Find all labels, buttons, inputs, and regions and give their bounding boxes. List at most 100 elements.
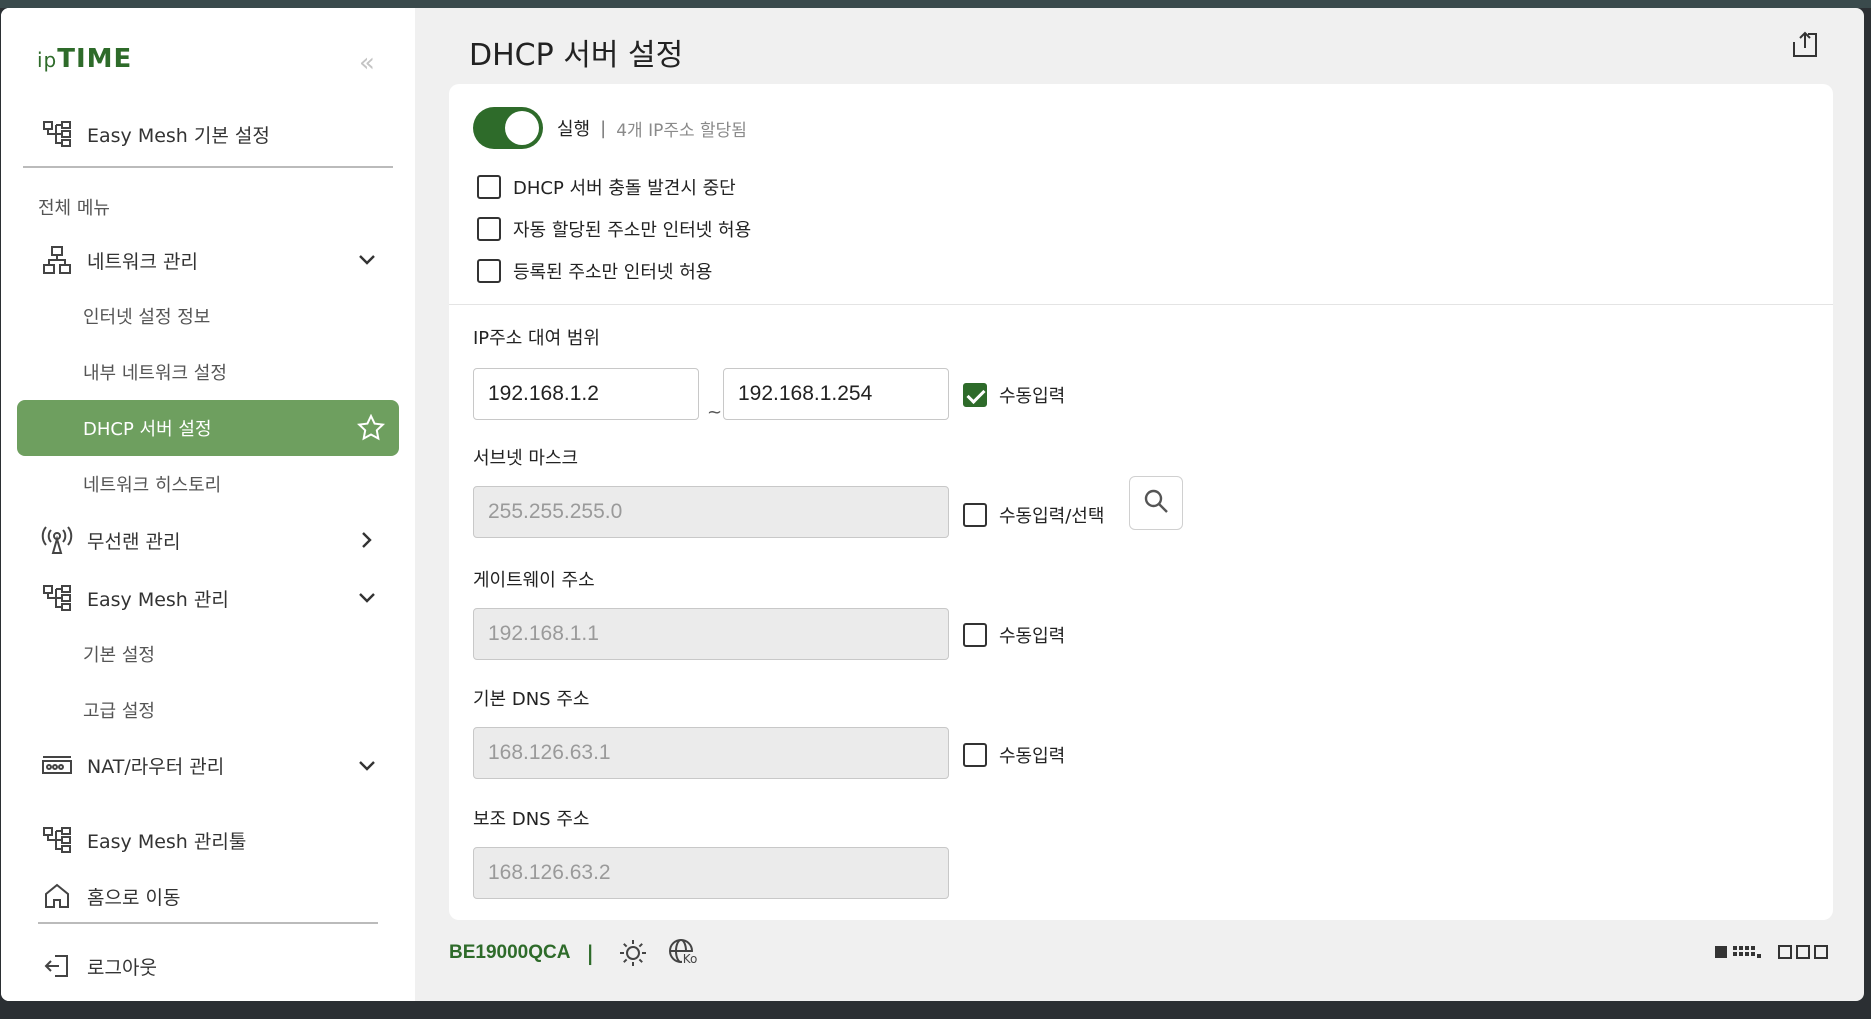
mesh-tree-icon [37, 578, 77, 618]
gateway-input[interactable]: 192.168.1.1 [473, 608, 949, 660]
subnet-manual-option[interactable]: 수동입력/선택 [963, 500, 1104, 530]
sidebar-item-label: 기본 설정 [83, 645, 155, 666]
sidebar-divider [23, 166, 393, 168]
sidebar-item-internet-info[interactable]: 인터넷 설정 정보 [17, 288, 399, 344]
sidebar-item-easymesh[interactable]: Easy Mesh 관리 [17, 570, 399, 626]
checkbox-label: 수동입력 [999, 746, 1066, 767]
network-icon [37, 240, 77, 280]
checkbox[interactable] [477, 259, 501, 283]
toggle-knob [505, 111, 539, 145]
sidebar-item-label: 네트워크 관리 [87, 250, 198, 273]
star-icon[interactable] [356, 413, 386, 442]
sidebar-item-easymesh-basic[interactable]: Easy Mesh 기본 설정 [17, 106, 399, 162]
card-divider [449, 304, 1833, 305]
checkbox-label: DHCP 서버 충돌 발견시 중단 [513, 178, 736, 199]
checkbox-label: 수동입력 [999, 386, 1066, 407]
checkbox[interactable] [963, 503, 987, 527]
model-name: BE19000QCA [449, 942, 571, 963]
sidebar-item-label: 홈으로 이동 [87, 886, 181, 909]
dns2-input[interactable]: 168.126.63.2 [473, 847, 949, 899]
chevron-down-icon [355, 586, 379, 610]
sidebar-item-label: 무선랜 관리 [87, 530, 181, 553]
sidebar-item-label: DHCP 서버 설정 [83, 419, 212, 440]
app-window: ipTIME « Easy Mesh 기본 설정 전체 메뉴 네트워크 관리 인… [1, 8, 1864, 1001]
option-stop-on-conflict[interactable]: DHCP 서버 충돌 발견시 중단 [477, 172, 736, 202]
sidebar-item-label: 고급 설정 [83, 701, 155, 722]
ip-range-manual-option[interactable]: 수동입력 [963, 380, 1065, 410]
ip-range-end-input[interactable]: 192.168.1.254 [723, 368, 949, 420]
sidebar-item-history[interactable]: 네트워크 히스토리 [17, 456, 399, 512]
checkbox-checked[interactable] [963, 383, 987, 407]
view-mode-icon[interactable] [1715, 940, 1833, 966]
search-icon [1143, 488, 1169, 518]
page-title: DHCP 서버 설정 [469, 38, 684, 73]
range-tilde: ~ [707, 402, 723, 423]
language-code: Ko [681, 952, 699, 966]
ip-range-label: IP주소 대여 범위 [473, 328, 600, 349]
sidebar-item-label: NAT/라우터 관리 [87, 755, 225, 778]
dns1-manual-option[interactable]: 수동입력 [963, 740, 1065, 770]
sidebar-item-wireless[interactable]: 무선랜 관리 [17, 512, 399, 568]
option-auto-only-internet[interactable]: 자동 할당된 주소만 인터넷 허용 [477, 214, 751, 244]
checkbox[interactable] [477, 175, 501, 199]
settings-card: 실행 | 4개 IP주소 할당됨 DHCP 서버 충돌 발견시 중단 자동 할당… [449, 84, 1833, 920]
router-icon [37, 745, 77, 785]
home-icon [37, 876, 77, 916]
subnet-search-button[interactable] [1129, 476, 1183, 530]
sidebar-item-meshtool[interactable]: Easy Mesh 관리툴 [17, 812, 399, 868]
assigned-ip-status: 4개 IP주소 할당됨 [616, 120, 747, 141]
gateway-manual-option[interactable]: 수동입력 [963, 620, 1065, 650]
collapse-sidebar-icon[interactable]: « [359, 48, 375, 78]
dhcp-run-toggle-row: 실행 | 4개 IP주소 할당됨 [473, 106, 747, 150]
sidebar-item-network[interactable]: 네트워크 관리 [17, 232, 399, 288]
sidebar-item-nat[interactable]: NAT/라우터 관리 [17, 738, 399, 792]
sidebar-item-home[interactable]: 홈으로 이동 [17, 868, 399, 924]
sidebar-item-advanced[interactable]: 고급 설정 [17, 682, 399, 738]
dns1-input[interactable]: 168.126.63.1 [473, 727, 949, 779]
chevron-down-icon [355, 754, 379, 778]
footer-bar: BE19000QCA | Ko [449, 928, 1833, 978]
logo-ip: ip [37, 48, 58, 72]
logout-icon [37, 946, 77, 986]
sidebar-item-label: 네트워크 히스토리 [83, 475, 222, 496]
sidebar-item-label: 내부 네트워크 설정 [83, 363, 227, 384]
checkbox[interactable] [963, 623, 987, 647]
checkbox[interactable] [963, 743, 987, 767]
toggle-separator: | [600, 117, 607, 139]
brightness-icon[interactable] [616, 936, 650, 970]
sidebar-item-logout[interactable]: 로그아웃 [17, 938, 399, 994]
checkbox-label: 등록된 주소만 인터넷 허용 [513, 262, 713, 283]
checkbox-label: 수동입력/선택 [999, 506, 1105, 527]
sidebar-item-dhcp[interactable]: DHCP 서버 설정 [17, 400, 399, 456]
sidebar-item-basic[interactable]: 기본 설정 [17, 626, 399, 682]
wireless-antenna-icon [37, 520, 77, 560]
language-globe-icon[interactable]: Ko [666, 936, 700, 970]
ip-range-start-input[interactable]: 192.168.1.2 [473, 368, 699, 420]
section-title: 전체 메뉴 [38, 198, 110, 219]
checkbox-label: 수동입력 [999, 626, 1066, 647]
main-panel: DHCP 서버 설정 실행 | 4개 IP주소 할당됨 DHCP 서버 충돌 발… [415, 8, 1864, 1001]
subnet-label: 서브넷 마스크 [473, 448, 579, 469]
dns2-label: 보조 DNS 주소 [473, 809, 590, 830]
sidebar-item-label: Easy Mesh 관리 [87, 588, 229, 611]
sidebar-divider [38, 922, 378, 924]
mesh-tool-icon [37, 820, 77, 860]
sidebar-item-lan[interactable]: 내부 네트워크 설정 [17, 344, 399, 400]
sidebar-item-label: 로그아웃 [87, 956, 157, 979]
iptime-logo[interactable]: ipTIME [37, 44, 132, 74]
export-icon[interactable] [1790, 30, 1824, 64]
subnet-input[interactable]: 255.255.255.0 [473, 486, 949, 538]
sidebar-item-label: Easy Mesh 기본 설정 [87, 124, 270, 147]
sidebar: ipTIME « Easy Mesh 기본 설정 전체 메뉴 네트워크 관리 인… [1, 8, 415, 1001]
checkbox-label: 자동 할당된 주소만 인터넷 허용 [513, 220, 752, 241]
dhcp-run-toggle[interactable] [473, 107, 543, 149]
mesh-tree-icon [37, 114, 77, 154]
dns1-label: 기본 DNS 주소 [473, 689, 590, 710]
footer-separator: | [586, 941, 594, 965]
checkbox[interactable] [477, 217, 501, 241]
logo-time: TIME [57, 44, 133, 74]
toggle-label: 실행 [557, 119, 591, 140]
option-registered-only-internet[interactable]: 등록된 주소만 인터넷 허용 [477, 256, 712, 286]
chevron-right-icon [355, 528, 379, 552]
sidebar-item-label: Easy Mesh 관리툴 [87, 830, 247, 853]
